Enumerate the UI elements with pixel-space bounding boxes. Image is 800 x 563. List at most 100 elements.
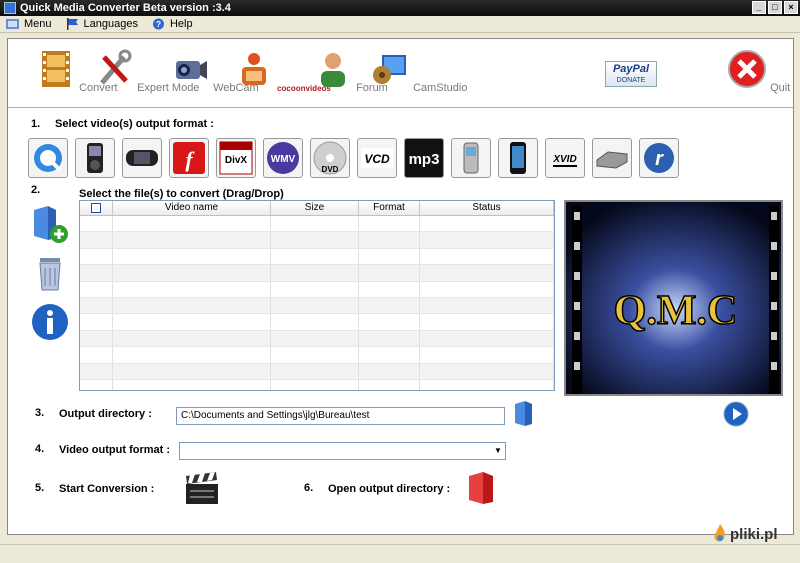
table-cell xyxy=(420,314,554,330)
select-all-checkbox[interactable] xyxy=(91,203,101,213)
ipod-icon xyxy=(87,143,103,173)
file-table[interactable]: Video name Size Format Status xyxy=(79,200,555,391)
column-video-name[interactable]: Video name xyxy=(113,201,271,215)
flame-icon xyxy=(714,524,725,542)
table-row[interactable] xyxy=(80,248,554,266)
table-cell xyxy=(80,297,113,314)
quit-label: Quit xyxy=(770,82,791,94)
table-row[interactable] xyxy=(80,347,554,364)
format-mobile[interactable] xyxy=(451,138,491,178)
step-5-label: Start Conversion : xyxy=(59,483,155,495)
table-cell xyxy=(271,232,359,248)
camcorder-icon xyxy=(176,61,207,79)
step-4-label: Video output format : xyxy=(59,444,171,456)
folder-icon xyxy=(515,401,532,426)
table-cell xyxy=(359,265,420,281)
svg-text:r: r xyxy=(655,148,664,170)
browse-directory-button[interactable] xyxy=(512,400,536,428)
table-cell xyxy=(80,347,113,363)
format-flash[interactable]: f xyxy=(169,138,209,178)
table-body xyxy=(80,216,554,390)
format-vcd[interactable]: VCD xyxy=(357,138,397,178)
format-mp3[interactable]: mp3 xyxy=(404,138,444,178)
table-cell xyxy=(271,216,359,232)
table-row[interactable] xyxy=(80,379,554,390)
table-cell xyxy=(359,379,420,390)
format-quicktime[interactable] xyxy=(28,138,68,178)
table-row[interactable] xyxy=(80,297,554,315)
step-3-label: Output directory : xyxy=(59,408,152,420)
start-conversion-button[interactable] xyxy=(182,468,222,508)
svg-text:VCD: VCD xyxy=(364,152,390,166)
toolbar: Convert Expert Mode WebCam cocoonvideos … xyxy=(8,39,793,108)
realplayer-icon: r xyxy=(644,143,674,173)
minimize-button[interactable]: _ xyxy=(752,1,766,14)
table-cell xyxy=(80,265,113,281)
format-realplayer[interactable]: r xyxy=(639,138,679,178)
paypal-donate-button[interactable]: PayPal DONATE xyxy=(605,61,657,87)
clapperboard-icon xyxy=(186,472,218,504)
table-row[interactable] xyxy=(80,363,554,380)
table-row[interactable] xyxy=(80,265,554,282)
people-icon xyxy=(321,53,345,87)
add-files-button[interactable] xyxy=(30,204,70,244)
format-iphone[interactable] xyxy=(498,138,538,178)
table-row[interactable] xyxy=(80,216,554,233)
table-cell xyxy=(80,232,113,248)
maximize-button[interactable]: □ xyxy=(768,1,782,14)
table-cell xyxy=(420,248,554,265)
open-output-directory-button[interactable] xyxy=(463,470,501,508)
psp-icon xyxy=(126,150,158,166)
camstudio-button[interactable]: CamStudio xyxy=(370,49,467,94)
table-cell xyxy=(420,216,554,232)
video-output-format-select[interactable]: ▼ xyxy=(179,442,506,460)
step-6-number: 6. xyxy=(304,482,314,494)
table-row[interactable] xyxy=(80,281,554,298)
table-cell xyxy=(271,265,359,281)
divx-icon: DivX xyxy=(219,141,253,175)
table-cell xyxy=(113,330,271,347)
table-cell xyxy=(271,379,359,390)
table-cell xyxy=(359,232,420,248)
table-cell xyxy=(359,314,420,330)
table-cell xyxy=(271,314,359,330)
menu-item-help[interactable]: ? Help xyxy=(152,18,193,30)
dvd-icon: DVD xyxy=(313,141,347,175)
menu-item-languages[interactable]: Languages xyxy=(66,18,138,30)
format-divx[interactable]: DivX xyxy=(216,138,256,178)
format-wmv[interactable]: WMV xyxy=(263,138,303,178)
svg-text:mp3: mp3 xyxy=(409,151,440,168)
delete-files-button[interactable] xyxy=(30,254,70,294)
column-size[interactable]: Size xyxy=(271,201,359,215)
watermark: pliki.pl xyxy=(712,523,778,545)
table-row[interactable] xyxy=(80,314,554,331)
info-button[interactable] xyxy=(30,302,70,342)
quit-button[interactable]: Quit xyxy=(727,49,790,94)
table-cell xyxy=(359,248,420,265)
table-cell xyxy=(271,363,359,379)
output-directory-field[interactable]: C:\Documents and Settings\jlg\Bureau\tes… xyxy=(176,407,505,425)
table-row[interactable] xyxy=(80,232,554,249)
languages-label: Languages xyxy=(83,18,138,30)
close-button[interactable]: × xyxy=(784,1,798,14)
vcd-icon: VCD xyxy=(361,148,393,168)
play-preview-button[interactable] xyxy=(723,401,749,427)
table-cell xyxy=(420,330,554,347)
column-format[interactable]: Format xyxy=(359,201,420,215)
format-psp[interactable] xyxy=(122,138,162,178)
format-xvid[interactable]: XVID xyxy=(545,138,585,178)
column-status[interactable]: Status xyxy=(420,201,554,215)
help-icon: ? xyxy=(152,18,165,30)
format-ipod[interactable] xyxy=(75,138,115,178)
format-dvd[interactable]: DVD xyxy=(310,138,350,178)
add-folder-icon xyxy=(34,206,68,243)
cocoon-logo-icon xyxy=(242,53,266,85)
table-cell xyxy=(80,248,113,265)
donate-text: DONATE xyxy=(616,77,646,84)
format-dvd-player[interactable] xyxy=(592,138,632,178)
menu-item-menu[interactable]: Menu xyxy=(6,18,52,30)
svg-text:?: ? xyxy=(156,19,161,29)
table-cell xyxy=(80,314,113,330)
table-row[interactable] xyxy=(80,330,554,348)
chevron-down-icon[interactable]: ▼ xyxy=(491,443,505,459)
